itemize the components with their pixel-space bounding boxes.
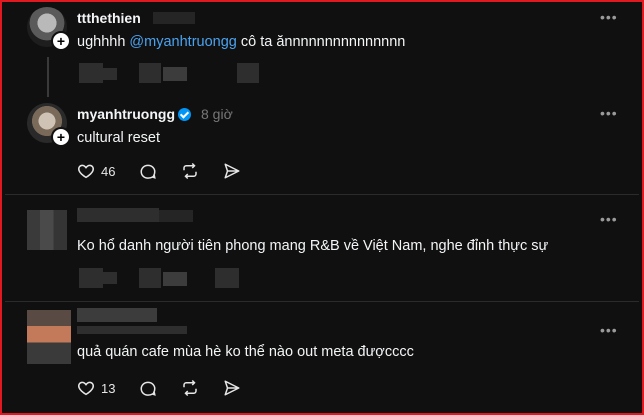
screenshot-frame: + ttthethien ••• ughhhh @myanhtruongg cô… <box>0 0 644 415</box>
comment-icon <box>140 381 157 396</box>
username[interactable]: myanhtruongg <box>77 106 191 122</box>
post-time: 8 giờ <box>201 106 233 122</box>
share-icon <box>224 163 240 179</box>
redacted-icon <box>215 268 239 288</box>
comment-icon <box>140 164 157 179</box>
redacted-icon <box>139 63 161 83</box>
share-button[interactable] <box>223 162 241 180</box>
post-reply: ••• Ko hổ danh người tiên phong mang R&B… <box>5 195 639 301</box>
action-bar: 46 <box>77 162 265 180</box>
avatar[interactable] <box>27 210 67 250</box>
post-ttthethien: + ttthethien ••• ughhhh @myanhtruongg cô… <box>5 5 639 101</box>
repost-icon <box>183 379 198 397</box>
like-button[interactable]: 13 <box>77 379 115 397</box>
redacted-icon <box>163 67 187 81</box>
post-text: cultural reset <box>77 130 161 146</box>
more-options-icon[interactable]: ••• <box>600 9 618 25</box>
share-icon <box>224 380 240 396</box>
redacted-username <box>77 208 159 222</box>
post-myanhtruongg: + myanhtruongg 8 giờ ••• cultural reset … <box>5 101 639 194</box>
avatar[interactable] <box>27 310 71 364</box>
redacted-icon <box>163 272 187 286</box>
username[interactable]: ttthethien <box>77 10 141 26</box>
more-options-icon[interactable]: ••• <box>600 105 618 121</box>
redacted-icon <box>237 63 259 83</box>
heart-icon <box>77 164 95 179</box>
username-text: myanhtruongg <box>77 106 175 122</box>
redacted-count <box>103 68 117 80</box>
like-count: 13 <box>101 380 116 396</box>
thread-feed: + ttthethien ••• ughhhh @myanhtruongg cô… <box>5 5 639 410</box>
more-options-icon[interactable]: ••• <box>600 211 618 227</box>
post-text: ughhhh @myanhtruongg cô ta ănnnnnnnnnnnn… <box>77 34 405 50</box>
action-bar: 13 <box>77 379 265 397</box>
comment-button[interactable] <box>139 162 157 180</box>
like-button[interactable]: 46 <box>77 162 115 180</box>
post-text-suffix: cô ta ănnnnnnnnnnnnnnn <box>236 34 406 50</box>
share-button[interactable] <box>223 379 241 397</box>
post-text: Ko hổ danh người tiên phong mang R&B về … <box>77 238 549 254</box>
redacted-icon <box>139 268 161 288</box>
heart-icon <box>77 381 95 396</box>
post-reply: ••• quả quán cafe mùa hè ko thể nào out … <box>5 302 639 414</box>
post-text: quả quán cafe mùa hè ko thể nào out meta… <box>77 344 414 360</box>
repost-button[interactable] <box>181 379 199 397</box>
redacted-block <box>153 12 195 24</box>
more-options-icon[interactable]: ••• <box>600 322 618 338</box>
verified-badge-icon <box>178 108 191 121</box>
like-count: 46 <box>101 163 116 179</box>
plus-icon[interactable]: + <box>51 127 71 147</box>
redacted-count <box>103 272 117 284</box>
repost-icon <box>183 162 198 180</box>
comment-button[interactable] <box>139 379 157 397</box>
redacted-username <box>77 308 157 322</box>
plus-icon[interactable]: + <box>51 31 71 51</box>
repost-button[interactable] <box>181 162 199 180</box>
thread-line <box>47 57 49 97</box>
redacted-time <box>159 210 193 222</box>
redacted-icon <box>79 268 103 288</box>
mention-link[interactable]: @myanhtruongg <box>129 34 236 50</box>
redacted-time <box>77 326 187 334</box>
post-text-prefix: ughhhh <box>77 34 130 50</box>
redacted-icon <box>79 63 103 83</box>
